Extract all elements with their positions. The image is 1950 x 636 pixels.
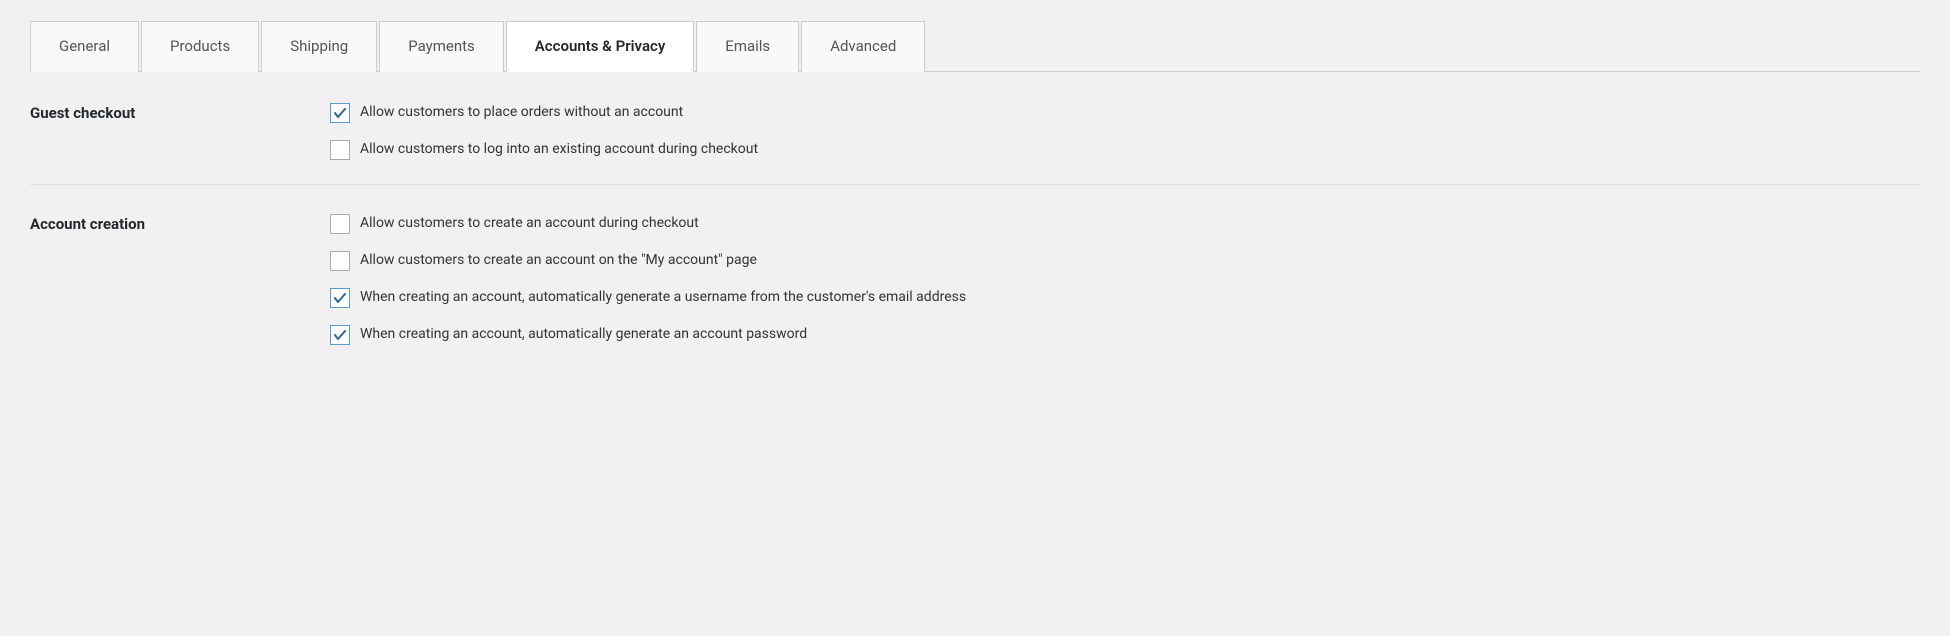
guest-checkout-option-1: Allow customers to place orders without … bbox=[330, 102, 758, 123]
checkbox-allow-create-during-checkout-label: Allow customers to create an account dur… bbox=[360, 213, 699, 234]
checkbox-allow-login-during-checkout[interactable] bbox=[330, 140, 350, 160]
checkbox-auto-generate-username-label: When creating an account, automatically … bbox=[360, 287, 966, 308]
account-creation-section: Account creation Allow customers to crea… bbox=[30, 213, 1920, 345]
tab-general[interactable]: General bbox=[30, 21, 139, 72]
tab-payments[interactable]: Payments bbox=[379, 21, 504, 72]
checkbox-allow-create-on-my-account[interactable] bbox=[330, 251, 350, 271]
checkbox-allow-create-on-my-account-label: Allow customers to create an account on … bbox=[360, 250, 757, 271]
guest-checkout-option-2: Allow customers to log into an existing … bbox=[330, 139, 758, 160]
tabs-bar: General Products Shipping Payments Accou… bbox=[30, 20, 1920, 72]
checkbox-allow-orders-without-account[interactable] bbox=[330, 103, 350, 123]
account-creation-option-3: When creating an account, automatically … bbox=[330, 287, 966, 308]
guest-checkout-label: Guest checkout bbox=[30, 102, 330, 122]
guest-checkout-options: Allow customers to place orders without … bbox=[330, 102, 758, 160]
account-creation-option-4: When creating an account, automatically … bbox=[330, 324, 966, 345]
tab-products[interactable]: Products bbox=[141, 21, 259, 72]
checkbox-allow-create-during-checkout[interactable] bbox=[330, 214, 350, 234]
tab-emails[interactable]: Emails bbox=[696, 21, 799, 72]
tab-advanced[interactable]: Advanced bbox=[801, 21, 925, 72]
tab-accounts-privacy[interactable]: Accounts & Privacy bbox=[506, 21, 695, 72]
account-creation-label: Account creation bbox=[30, 213, 330, 233]
tab-shipping[interactable]: Shipping bbox=[261, 21, 377, 72]
checkbox-auto-generate-password[interactable] bbox=[330, 325, 350, 345]
guest-checkout-section: Guest checkout Allow customers to place … bbox=[30, 102, 1920, 160]
checkbox-auto-generate-username[interactable] bbox=[330, 288, 350, 308]
account-creation-options: Allow customers to create an account dur… bbox=[330, 213, 966, 345]
account-creation-option-1: Allow customers to create an account dur… bbox=[330, 213, 966, 234]
account-creation-option-2: Allow customers to create an account on … bbox=[330, 250, 966, 271]
page-wrapper: General Products Shipping Payments Accou… bbox=[0, 0, 1950, 636]
checkbox-allow-login-during-checkout-label: Allow customers to log into an existing … bbox=[360, 139, 758, 160]
checkbox-auto-generate-password-label: When creating an account, automatically … bbox=[360, 324, 807, 345]
checkbox-allow-orders-without-account-label: Allow customers to place orders without … bbox=[360, 102, 683, 123]
section-divider bbox=[30, 184, 1920, 185]
